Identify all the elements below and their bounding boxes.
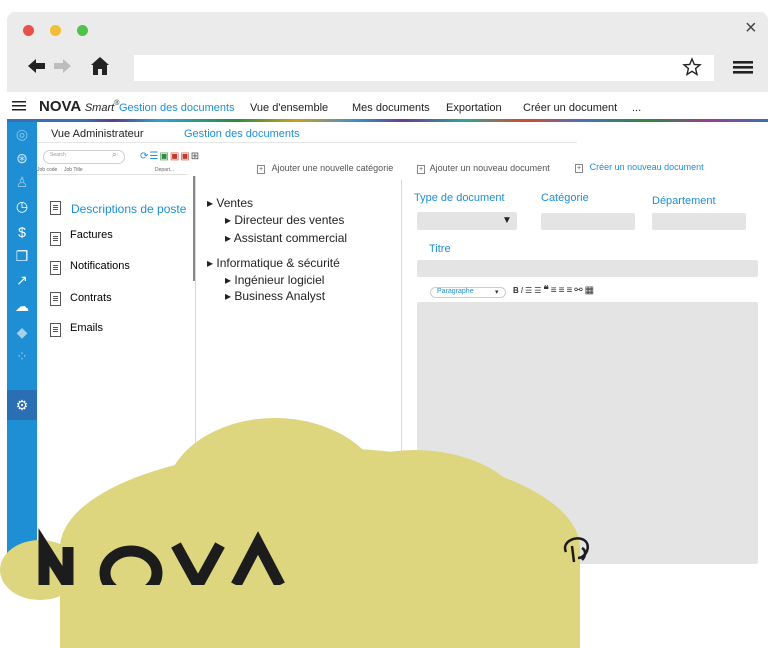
type-select[interactable]: ▼ xyxy=(417,212,517,230)
breadcrumb-gestion[interactable]: Gestion des documents xyxy=(184,128,300,140)
list-item-notifications[interactable]: Notifications xyxy=(70,260,130,272)
category-label: Catégorie xyxy=(541,192,589,204)
nav-vue-ensemble[interactable]: Vue d'ensemble xyxy=(250,102,328,114)
refresh-icon[interactable]: ⟳ xyxy=(140,151,149,162)
tree-node-business[interactable]: ▸ Business Analyst xyxy=(225,289,325,303)
person-icon[interactable]: ♙ xyxy=(12,172,32,192)
editor-toolbar: BI☰☰❝≡≡≡⚯▦ xyxy=(513,285,596,296)
browser-menu-icon[interactable] xyxy=(733,59,753,75)
user-icon[interactable]: ◎ xyxy=(12,124,32,144)
team-icon[interactable]: ⊛ xyxy=(12,148,32,168)
document-icon xyxy=(50,261,61,275)
chevron-down-icon: ▾ xyxy=(495,289,499,296)
address-bar[interactable] xyxy=(134,55,714,81)
chart-icon[interactable]: ↗ xyxy=(12,270,32,290)
list-item-factures[interactable]: Factures xyxy=(70,229,113,241)
export-icon[interactable]: ▣ xyxy=(180,151,190,162)
pdf-icon[interactable]: ▣ xyxy=(170,151,180,162)
nav-gestion-documents[interactable]: Gestion des documents xyxy=(119,102,235,114)
cloud-upload-icon[interactable]: ☁ xyxy=(12,296,32,316)
clock-icon[interactable]: ◷ xyxy=(12,196,32,216)
quote-icon[interactable]: ❝ xyxy=(543,285,550,296)
tree-node-assistant[interactable]: ▸ Assistant commercial xyxy=(225,231,347,245)
network-icon[interactable]: ⁘ xyxy=(12,346,32,366)
maximize-window-dot[interactable] xyxy=(77,25,88,36)
title-field[interactable] xyxy=(417,260,758,277)
excel-icon[interactable]: ▣ xyxy=(159,151,169,162)
brand-logo: NOVA Smart® xyxy=(39,98,120,115)
link-icon[interactable]: ⚯ xyxy=(574,285,584,296)
close-icon[interactable]: × xyxy=(745,17,757,40)
add-category-action[interactable]: + Ajouter une nouvelle catégorie xyxy=(257,163,393,174)
forward-arrow-icon[interactable] xyxy=(52,54,74,78)
department-label: Département xyxy=(652,195,716,207)
nav-more[interactable]: ... xyxy=(632,102,641,114)
decorative-blob xyxy=(300,450,530,600)
department-field[interactable] xyxy=(652,213,746,230)
nova-logo-art xyxy=(36,523,316,601)
panel-divider xyxy=(401,180,402,480)
signature-mark-icon xyxy=(556,532,602,572)
numbered-list-icon[interactable]: ☰ xyxy=(534,286,543,295)
list-item-descriptions[interactable]: Descriptions de poste xyxy=(71,202,186,216)
breadcrumb-admin[interactable]: Vue Administrateur xyxy=(51,128,144,140)
document-icon xyxy=(50,201,61,215)
table-icon[interactable]: ▦ xyxy=(585,285,596,296)
search-input[interactable]: Search ⌕ xyxy=(43,150,125,164)
list-toolbar: ⟳☰▣▣▣⊞ xyxy=(140,151,200,162)
document-icon xyxy=(50,232,61,246)
paragraph-select[interactable]: Paragraphe ▾ xyxy=(430,287,506,298)
bold-icon[interactable]: B xyxy=(513,286,521,295)
chevron-down-icon: ▼ xyxy=(502,215,512,226)
search-icon: ⌕ xyxy=(112,150,117,159)
nav-mes-documents[interactable]: Mes documents xyxy=(352,102,430,114)
list-icon[interactable]: ☰ xyxy=(149,151,159,162)
app-top-nav: NOVA Smart® Gestion des documents Vue d'… xyxy=(7,92,768,122)
nav-creer-document[interactable]: Créer un document xyxy=(523,102,617,114)
tree-node-informatique[interactable]: ▸ Informatique & sécurité xyxy=(207,256,340,270)
add-icon[interactable]: ⊞ xyxy=(191,151,200,162)
create-document-action[interactable]: + Créer un nouveau document xyxy=(575,162,704,173)
divider xyxy=(37,142,577,143)
add-document-action[interactable]: + Ajouter un nouveau document xyxy=(417,163,550,174)
app-menu-icon[interactable] xyxy=(12,100,26,112)
documents-icon[interactable]: ❐ xyxy=(12,246,32,266)
document-icon xyxy=(50,292,61,306)
nav-exportation[interactable]: Exportation xyxy=(446,102,502,114)
list-item-emails[interactable]: Emails xyxy=(70,322,103,334)
category-field[interactable] xyxy=(541,213,635,230)
divider xyxy=(37,174,187,175)
nav-color-strip xyxy=(7,119,768,122)
list-item-contrats[interactable]: Contrats xyxy=(70,292,112,304)
type-label: Type de document xyxy=(414,192,505,204)
document-icon xyxy=(50,323,61,337)
tree-node-ingenieur[interactable]: ▸ Ingénieur logiciel xyxy=(225,273,324,287)
back-arrow-icon[interactable] xyxy=(25,54,47,78)
tree-node-ventes[interactable]: ▸ Ventes xyxy=(207,196,253,210)
graduation-icon[interactable]: ◆ xyxy=(12,322,32,342)
title-label: Titre xyxy=(429,243,451,255)
tree-node-directeur[interactable]: ▸ Directeur des ventes xyxy=(225,213,344,227)
align-left-icon[interactable]: ≡ xyxy=(551,285,559,296)
gear-icon[interactable]: ⚙ xyxy=(12,395,32,415)
dollar-icon[interactable]: $ xyxy=(12,222,32,242)
home-icon[interactable] xyxy=(89,54,111,78)
icon-sidebar: ◎ ⊛ ♙ ◷ $ ❐ ↗ ☁ ◆ ⁘ ⚙ xyxy=(7,122,37,570)
bookmark-star-icon[interactable] xyxy=(682,57,702,77)
bullet-list-icon[interactable]: ☰ xyxy=(525,286,534,295)
close-window-dot[interactable] xyxy=(23,25,34,36)
minimize-window-dot[interactable] xyxy=(50,25,61,36)
